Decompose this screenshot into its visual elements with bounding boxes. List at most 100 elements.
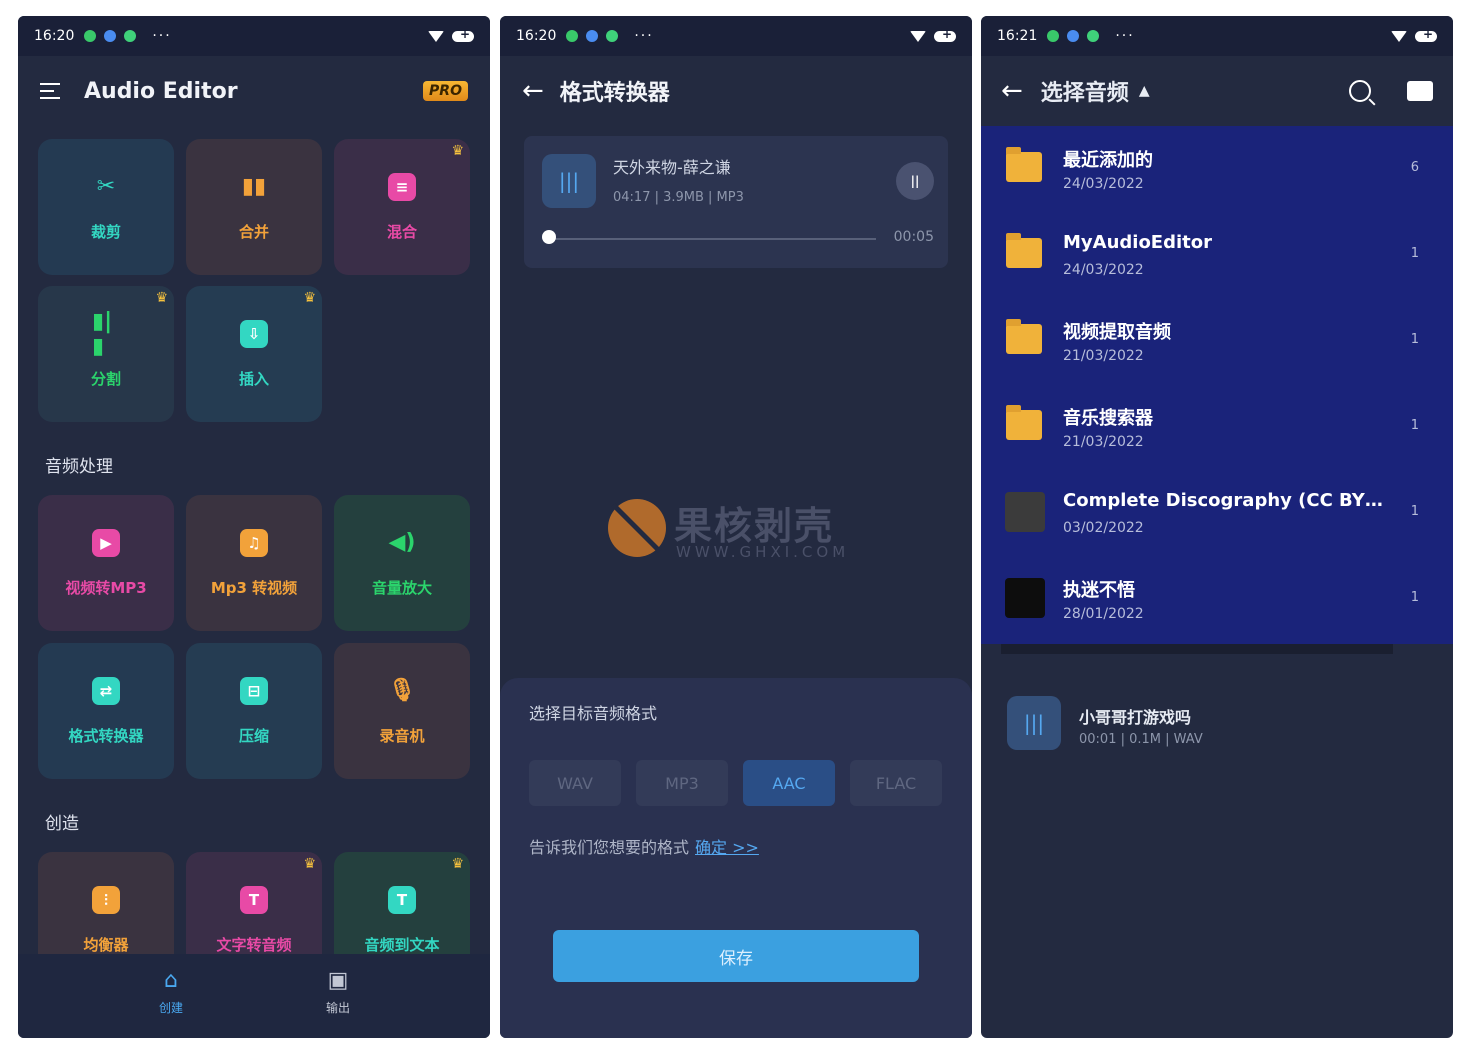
format-option-mp3[interactable]: MP3 — [636, 760, 728, 806]
chat-notification-icon — [566, 30, 579, 42]
tool-insert[interactable]: ♛ ⇩ 插入 — [186, 286, 322, 422]
tool-split[interactable]: ♛ ▮|▮ 分割 — [38, 286, 174, 422]
watermark-title: 果核剥壳 — [674, 504, 835, 548]
caret-up-icon[interactable]: ▲ — [1139, 83, 1150, 99]
folder-dropdown: 最近添加的 24/03/2022 6 MyAudioEditor 24/03/2… — [981, 126, 1453, 644]
seek-handle[interactable] — [542, 230, 556, 244]
insert-icon: ⇩ — [240, 319, 268, 348]
app-bar: ← 选择音频 ▲ — [981, 56, 1453, 126]
app-notification-icon — [124, 30, 137, 42]
folder-row[interactable]: 视频提取音频 21/03/2022 1 — [981, 298, 1453, 384]
tool-mix[interactable]: ♛ ≡ 混合 — [334, 139, 470, 275]
page-title: 格式转换器 — [559, 81, 670, 106]
format-converter-screen: 16:20 ··· ← 格式转换器 ||| 天外来物-薛之谦 04:17 | 3… — [500, 16, 972, 1038]
tool-format-converter[interactable]: ⇄ 格式转换器 — [38, 643, 174, 779]
tool-compress[interactable]: ⊟ 压缩 — [186, 643, 322, 779]
tool-video-to-mp3[interactable]: ▶ 视频转MP3 — [38, 495, 174, 631]
folder-name: 执迷不悟 — [1063, 580, 1135, 601]
mix-icon: ≡ — [388, 172, 416, 201]
shield-notification-icon — [104, 30, 117, 42]
crown-icon: ♛ — [451, 143, 464, 159]
crown-icon: ♛ — [303, 856, 316, 872]
chat-notification-icon — [84, 30, 97, 42]
track-title: 天外来物-薛之谦 — [613, 158, 731, 177]
format-option-wav[interactable]: WAV — [529, 760, 621, 806]
wifi-icon — [1391, 30, 1407, 42]
crown-icon: ♛ — [303, 290, 316, 306]
audio-list-item[interactable]: ||| 小哥哥打游戏吗 00:01 | 0.1M | WAV — [981, 696, 1453, 764]
folder-icon[interactable] — [1407, 81, 1433, 101]
menu-icon[interactable] — [40, 83, 60, 99]
scissors-icon: ✂ — [96, 174, 116, 199]
folder-count: 1 — [1410, 332, 1419, 347]
folder-date: 28/01/2022 — [1063, 606, 1144, 622]
folder-date: 21/03/2022 — [1063, 434, 1144, 450]
mp3-to-video-icon: ♫ — [240, 528, 268, 557]
status-time: 16:20 — [516, 28, 557, 44]
tool-trim[interactable]: ✂ 裁剪 — [38, 139, 174, 275]
folder-count: 1 — [1410, 246, 1419, 261]
equalizer-icon: ⫶ — [92, 885, 120, 914]
status-bar: 16:20 ··· — [18, 16, 490, 56]
tool-label: 分割 — [90, 369, 121, 388]
track-meta: 04:17 | 3.9MB | MP3 — [613, 190, 744, 205]
crown-icon: ♛ — [451, 856, 464, 872]
folder-row[interactable]: MyAudioEditor 24/03/2022 1 — [981, 212, 1453, 298]
save-button[interactable]: 保存 — [553, 930, 919, 982]
hint-text: 告诉我们您想要的格式 — [529, 838, 690, 857]
folder-row[interactable]: Complete Discography (CC BY Attr... 03/0… — [981, 470, 1453, 556]
volume-icon: ◀) — [388, 530, 416, 555]
battery-icon — [934, 27, 956, 42]
crown-icon: ♛ — [155, 290, 168, 306]
page-title[interactable]: 选择音频 — [1041, 75, 1129, 107]
folder-date: 24/03/2022 — [1063, 262, 1144, 278]
tool-label: 插入 — [238, 369, 269, 388]
audio-meta: 00:01 | 0.1M | WAV — [1079, 732, 1203, 747]
section-title-audio: 音频处理 — [45, 457, 113, 477]
microphone-icon: 🎙 — [388, 678, 416, 703]
tool-label: 均衡器 — [83, 935, 129, 954]
tool-merge[interactable]: ▮▮ 合并 — [186, 139, 322, 275]
folder-row[interactable]: 执迷不悟 28/01/2022 1 — [981, 556, 1453, 642]
wifi-icon — [428, 30, 444, 42]
format-option-flac[interactable]: FLAC — [850, 760, 942, 806]
nav-create[interactable]: ⌂ 创建 — [131, 968, 211, 1016]
app-bar: Audio Editor PRO — [18, 56, 490, 126]
list-item-peek — [1001, 644, 1393, 654]
nav-label: 输出 — [325, 1001, 350, 1015]
folder-name: 最近添加的 — [1063, 150, 1153, 171]
split-icon: ▮|▮ — [92, 308, 113, 359]
format-prompt: 选择目标音频格式 — [529, 704, 658, 723]
search-icon[interactable] — [1349, 80, 1371, 102]
nav-output[interactable]: ▣ 输出 — [298, 968, 378, 1016]
pro-badge[interactable]: PRO — [423, 81, 468, 101]
speech-to-text-icon: T — [388, 885, 416, 914]
tool-recorder[interactable]: 🎙 录音机 — [334, 643, 470, 779]
shield-notification-icon — [1067, 30, 1080, 42]
chat-notification-icon — [1047, 30, 1060, 42]
folder-icon — [1006, 405, 1042, 440]
tool-label: 音频到文本 — [364, 935, 440, 954]
folder-count: 1 — [1410, 418, 1419, 433]
audio-title: 小哥哥打游戏吗 — [1079, 708, 1192, 727]
tool-label: 合并 — [238, 222, 269, 241]
format-option-aac[interactable]: AAC — [743, 760, 835, 806]
folder-count: 1 — [1410, 590, 1419, 605]
folder-row[interactable]: 音乐搜索器 21/03/2022 1 — [981, 384, 1453, 470]
tool-volume-boost[interactable]: ◀) 音量放大 — [334, 495, 470, 631]
back-arrow-icon[interactable]: ← — [1001, 76, 1023, 106]
folder-row[interactable]: 最近添加的 24/03/2022 6 — [981, 126, 1453, 212]
hint-confirm-link[interactable]: 确定 >> — [695, 838, 759, 857]
folder-icon — [1006, 319, 1042, 354]
seek-bar[interactable] — [550, 238, 876, 240]
tool-mp3-to-video[interactable]: ♫ Mp3 转视频 — [186, 495, 322, 631]
pause-button[interactable]: || — [896, 162, 934, 200]
app-notification-icon — [606, 30, 619, 42]
text-to-speech-icon: T — [240, 885, 268, 914]
compress-icon: ⊟ — [240, 676, 268, 705]
tool-label: Mp3 转视频 — [210, 578, 298, 597]
back-arrow-icon[interactable]: ← — [522, 76, 544, 106]
home-icon: ⌂ — [164, 968, 178, 993]
select-audio-screen: 16:21 ··· ← 选择音频 ▲ ||| 小哥哥打游戏吗 00:01 | 0… — [981, 16, 1453, 1038]
watermark-logo-icon — [608, 499, 666, 557]
